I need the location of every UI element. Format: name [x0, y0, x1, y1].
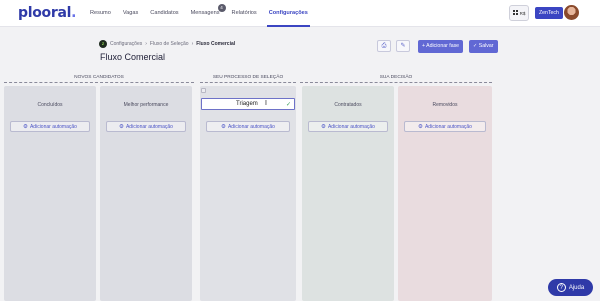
- column-melhor-performance: Melhor performance ⚙ Adicionar automação: [100, 86, 192, 301]
- section-divider: [200, 82, 296, 83]
- confirm-check-icon[interactable]: ✓: [286, 101, 291, 108]
- help-button[interactable]: ? Ajuda: [548, 279, 593, 296]
- add-automation-button[interactable]: ⚙ Adicionar automação: [206, 121, 290, 132]
- page-title: Fluxo Comercial: [100, 52, 166, 62]
- drag-handle-icon[interactable]: [201, 88, 206, 93]
- breadcrumb-current: Fluxo Comercial: [196, 41, 236, 47]
- phase-name-value: Triagem: [236, 101, 258, 107]
- logo-text: plooral: [18, 5, 72, 21]
- column-title: Contratados: [334, 102, 362, 108]
- section-divider: [300, 82, 492, 83]
- main-nav: Resumo Vagas Candidatos Mensagens 4 Rela…: [84, 0, 314, 27]
- company-switcher-button[interactable]: ZenTech: [535, 7, 563, 19]
- gears-icon: ⚙: [418, 123, 423, 130]
- nav-vagas[interactable]: Vagas: [117, 0, 144, 27]
- add-automation-label: Adicionar automação: [327, 123, 375, 130]
- user-avatar[interactable]: [564, 5, 579, 20]
- column-title: Concluídos: [37, 102, 63, 108]
- section-divider: [4, 82, 194, 83]
- column-contratados: Contratados ⚙ Adicionar automação: [302, 86, 394, 301]
- gears-icon: ⚙: [119, 123, 124, 130]
- text-cursor-icon: I: [265, 100, 267, 107]
- add-automation-label: Adicionar automação: [227, 123, 275, 130]
- pencil-icon: ✎: [400, 43, 406, 49]
- section-new-candidates: NOVOS CANDIDATOS: [74, 75, 124, 80]
- column-concluidos: Concluídos ⚙ Adicionar automação: [4, 86, 96, 301]
- print-button[interactable]: ⎙: [377, 40, 391, 52]
- nav-configuracoes[interactable]: Configurações: [263, 0, 314, 27]
- edit-button[interactable]: ✎: [396, 40, 410, 52]
- printer-icon: ⎙: [381, 43, 387, 49]
- gears-icon: ⚙: [321, 123, 326, 130]
- phase-name-input[interactable]: Triagem I ✓: [201, 98, 295, 110]
- gears-icon: ⚙: [23, 123, 28, 130]
- grid-icon: [512, 10, 519, 16]
- apps-menu-label: R$: [519, 10, 526, 16]
- nav-mensagens-label: Mensagens: [190, 10, 220, 16]
- plooral-logo[interactable]: plooral.: [18, 5, 76, 21]
- section-process: SEU PROCESSO DE SELEÇÃO: [212, 75, 284, 80]
- nav-mensagens[interactable]: Mensagens 4: [185, 0, 226, 27]
- breadcrumb: Z Configurações › Fluxo de Seleção › Flu…: [99, 40, 235, 48]
- save-button[interactable]: ✓ Salvar: [469, 40, 498, 53]
- save-button-label: Salvar: [478, 43, 494, 49]
- nav-resumo[interactable]: Resumo: [84, 0, 117, 27]
- breadcrumb-fluxo-selecao[interactable]: Fluxo de Seleção: [150, 41, 189, 47]
- messages-count-badge: 4: [217, 4, 226, 12]
- apps-menu-button[interactable]: R$: [509, 5, 529, 21]
- column-title: Melhor performance: [123, 102, 169, 108]
- column-triagem: Triagem I ✓ ⚙ Adicionar automação: [200, 86, 296, 301]
- help-label: Ajuda: [568, 284, 585, 291]
- add-automation-label: Adicionar automação: [125, 123, 173, 130]
- section-decision: SUA DECISÃO: [379, 75, 413, 80]
- gears-icon: ⚙: [221, 123, 226, 130]
- add-automation-button[interactable]: ⚙ Adicionar automação: [10, 121, 90, 132]
- add-automation-button[interactable]: ⚙ Adicionar automação: [106, 121, 186, 132]
- add-automation-button[interactable]: ⚙ Adicionar automação: [308, 121, 388, 132]
- top-navbar: plooral. Resumo Vagas Candidatos Mensage…: [0, 0, 600, 27]
- add-automation-button[interactable]: ⚙ Adicionar automação: [404, 121, 486, 132]
- question-icon: ?: [556, 283, 566, 292]
- column-title: Removidos: [432, 102, 458, 108]
- nav-candidatos[interactable]: Candidatos: [144, 0, 184, 27]
- add-automation-label: Adicionar automação: [424, 123, 472, 130]
- breadcrumb-configuracoes[interactable]: Configurações: [110, 41, 142, 47]
- column-removidos: Removidos ⚙ Adicionar automação: [398, 86, 492, 301]
- company-logo-icon: Z: [99, 40, 107, 48]
- add-automation-label: Adicionar automação: [29, 123, 77, 130]
- nav-relatorios[interactable]: Relatórios: [226, 0, 263, 27]
- add-phase-button[interactable]: + Adicionar fase: [418, 40, 464, 53]
